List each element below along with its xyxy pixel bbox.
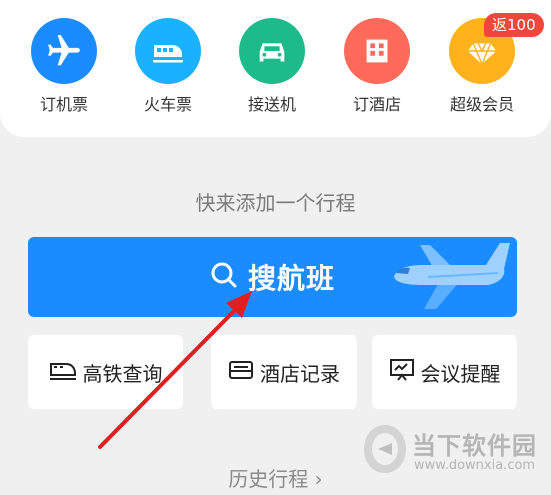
train-ticket-button[interactable]: 火车票 [118, 18, 218, 115]
meeting-reminder-button[interactable]: 会议提醒 [372, 335, 517, 409]
service-label: 订酒店 [352, 95, 401, 114]
watermark-url: www.downxia.com [414, 458, 536, 473]
high-speed-rail-query-button[interactable]: 高铁查询 [28, 335, 183, 409]
service-label: 火车票 [143, 95, 192, 114]
airplane-icon [31, 18, 97, 84]
empty-trip-prompt: 快来添加一个行程 [195, 191, 356, 215]
bed-icon [228, 359, 254, 385]
train-icon [135, 18, 201, 84]
airplane-illustration [394, 243, 510, 309]
service-label: 超级会员 [449, 95, 514, 114]
hotel-icon [344, 18, 410, 84]
tool-label: 酒店记录 [260, 361, 340, 386]
watermark-title: 当下软件园 [412, 432, 537, 460]
book-hotel-button[interactable]: 订酒店 [327, 18, 427, 115]
airport-transfer-button[interactable]: 接送机 [222, 18, 322, 115]
search-icon [210, 261, 238, 293]
service-label: 接送机 [247, 95, 296, 114]
train-icon [49, 358, 77, 386]
book-flight-button[interactable]: 订机票 [14, 18, 114, 115]
hotel-records-button[interactable]: 酒店记录 [211, 335, 357, 409]
services-card: 订机票 火车票 接送机 订酒店 超级会员 [0, 0, 551, 137]
tool-label: 高铁查询 [82, 361, 163, 386]
vip-reward-badge: 返100 [484, 13, 544, 37]
service-label: 订机票 [39, 95, 88, 114]
watermark-logo-icon [364, 425, 406, 473]
search-flights-label: 搜航班 [247, 262, 335, 295]
car-icon [239, 18, 305, 84]
tool-label: 会议提醒 [420, 361, 501, 386]
meeting-board-icon [389, 358, 415, 386]
search-flights-button[interactable]: 搜航班 [28, 237, 517, 317]
